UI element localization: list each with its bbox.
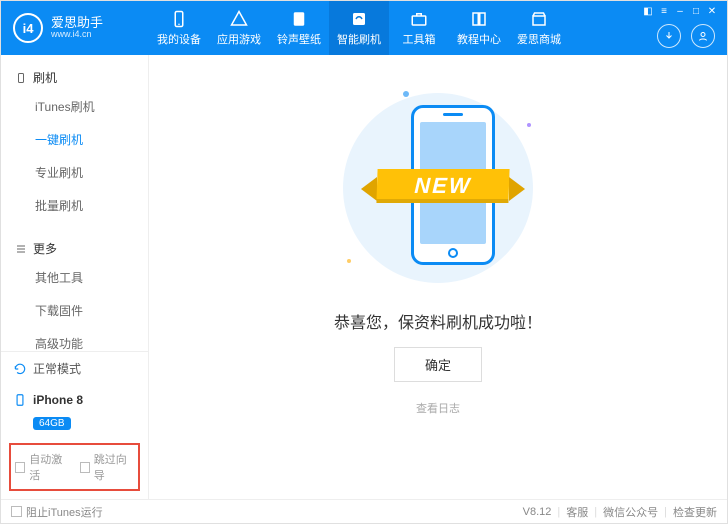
nav-apps[interactable]: 应用游戏 bbox=[209, 1, 269, 55]
block-itunes-label: 阻止iTunes运行 bbox=[26, 504, 103, 520]
nav-flash[interactable]: 智能刷机 bbox=[329, 1, 389, 55]
new-ribbon: NEW bbox=[361, 163, 525, 209]
auto-activate-checkbox[interactable]: 自动激活 bbox=[15, 451, 70, 483]
success-message: 恭喜您，保资料刷机成功啦！ bbox=[334, 309, 542, 333]
phone-icon bbox=[170, 10, 188, 28]
nav-mall[interactable]: 爱思商城 bbox=[509, 1, 569, 55]
side-item-oneclick[interactable]: 一键刷机 bbox=[1, 123, 148, 156]
shop-icon bbox=[530, 10, 548, 28]
app-window: i4 爱思助手 www.i4.cn 我的设备 应用游戏 铃声壁纸 智能刷机 bbox=[0, 0, 728, 524]
side-item-firmware[interactable]: 下载固件 bbox=[1, 294, 148, 327]
view-log-link[interactable]: 查看日志 bbox=[416, 400, 460, 416]
side-group-label: 刷机 bbox=[33, 69, 57, 86]
device-small-icon bbox=[15, 72, 27, 84]
device-name: iPhone 8 bbox=[33, 393, 83, 407]
brand-name: 爱思助手 bbox=[51, 16, 103, 30]
side-group-title[interactable]: 更多 bbox=[1, 236, 148, 261]
refresh-icon bbox=[13, 362, 27, 376]
nav-label: 应用游戏 bbox=[217, 31, 261, 47]
success-illustration: NEW bbox=[333, 83, 543, 293]
footer-link-update[interactable]: 检查更新 bbox=[673, 504, 717, 520]
close-icon[interactable]: ✕ bbox=[707, 7, 717, 17]
phone-small-icon bbox=[13, 393, 27, 407]
nav-tools[interactable]: 工具箱 bbox=[389, 1, 449, 55]
brand-site: www.i4.cn bbox=[51, 30, 103, 40]
side-group-title[interactable]: 刷机 bbox=[1, 65, 148, 90]
brand-text: 爱思助手 www.i4.cn bbox=[51, 16, 103, 40]
app-header: i4 爱思助手 www.i4.cn 我的设备 应用游戏 铃声壁纸 智能刷机 bbox=[1, 1, 727, 55]
device-row[interactable]: iPhone 8 64GB bbox=[1, 385, 148, 437]
brand: i4 爱思助手 www.i4.cn bbox=[1, 1, 149, 55]
nav-device[interactable]: 我的设备 bbox=[149, 1, 209, 55]
nav-tutorial[interactable]: 教程中心 bbox=[449, 1, 509, 55]
nav-label: 爱思商城 bbox=[517, 31, 561, 47]
user-button[interactable] bbox=[691, 24, 715, 48]
nav-label: 我的设备 bbox=[157, 31, 201, 47]
main-nav: 我的设备 应用游戏 铃声壁纸 智能刷机 工具箱 教程中心 bbox=[149, 1, 643, 55]
footer-link-wechat[interactable]: 微信公众号 bbox=[603, 504, 658, 520]
header-actions bbox=[645, 17, 727, 55]
menu-icon[interactable]: ≡ bbox=[659, 7, 669, 17]
side-item-advanced[interactable]: 高级功能 bbox=[1, 327, 148, 351]
side-group-more: 更多 其他工具 下载固件 高级功能 bbox=[1, 226, 148, 351]
storage-badge: 64GB bbox=[33, 417, 71, 430]
flash-icon bbox=[350, 10, 368, 28]
ok-button[interactable]: 确定 bbox=[394, 347, 482, 382]
nav-label: 智能刷机 bbox=[337, 31, 381, 47]
footer-link-support[interactable]: 客服 bbox=[566, 504, 588, 520]
auto-activate-label: 自动激活 bbox=[29, 451, 69, 483]
main-panel: NEW 恭喜您，保资料刷机成功啦！ 确定 查看日志 bbox=[149, 55, 727, 499]
nav-ring[interactable]: 铃声壁纸 bbox=[269, 1, 329, 55]
ribbon-text: NEW bbox=[376, 169, 509, 203]
version-label: V8.12 bbox=[523, 506, 552, 518]
minimize-icon[interactable]: – bbox=[675, 7, 685, 17]
toolbox-icon bbox=[410, 10, 428, 28]
nav-label: 教程中心 bbox=[457, 31, 501, 47]
options-box: 自动激活 跳过向导 bbox=[9, 443, 140, 491]
skip-guide-label: 跳过向导 bbox=[94, 451, 134, 483]
block-itunes-checkbox[interactable]: 阻止iTunes运行 bbox=[11, 504, 103, 520]
brand-logo: i4 bbox=[13, 13, 43, 43]
side-item-itunes[interactable]: iTunes刷机 bbox=[1, 90, 148, 123]
download-button[interactable] bbox=[657, 24, 681, 48]
window-controls: ◧ ≡ – □ ✕ bbox=[643, 1, 727, 17]
app-body: 刷机 iTunes刷机 一键刷机 专业刷机 批量刷机 更多 其他工具 下载固件 … bbox=[1, 55, 727, 499]
maximize-icon[interactable]: □ bbox=[691, 7, 701, 17]
side-item-batch[interactable]: 批量刷机 bbox=[1, 189, 148, 222]
skin-icon[interactable]: ◧ bbox=[643, 7, 653, 17]
nav-label: 铃声壁纸 bbox=[277, 31, 321, 47]
side-group-flash: 刷机 iTunes刷机 一键刷机 专业刷机 批量刷机 bbox=[1, 55, 148, 226]
nav-label: 工具箱 bbox=[403, 31, 436, 47]
side-group-label: 更多 bbox=[33, 240, 57, 257]
sidebar: 刷机 iTunes刷机 一键刷机 专业刷机 批量刷机 更多 其他工具 下载固件 … bbox=[1, 55, 149, 499]
side-item-othertools[interactable]: 其他工具 bbox=[1, 261, 148, 294]
mode-label: 正常模式 bbox=[33, 360, 81, 377]
apps-icon bbox=[230, 10, 248, 28]
sidebar-bottom: 正常模式 iPhone 8 64GB 自动激活 跳过向导 bbox=[1, 351, 148, 499]
list-icon bbox=[15, 243, 27, 255]
status-bar: 阻止iTunes运行 V8.12 | 客服 | 微信公众号 | 检查更新 bbox=[1, 499, 727, 523]
mode-row[interactable]: 正常模式 bbox=[1, 352, 148, 385]
ringtone-icon bbox=[290, 10, 308, 28]
book-icon bbox=[470, 10, 488, 28]
side-item-pro[interactable]: 专业刷机 bbox=[1, 156, 148, 189]
skip-guide-checkbox[interactable]: 跳过向导 bbox=[80, 451, 135, 483]
